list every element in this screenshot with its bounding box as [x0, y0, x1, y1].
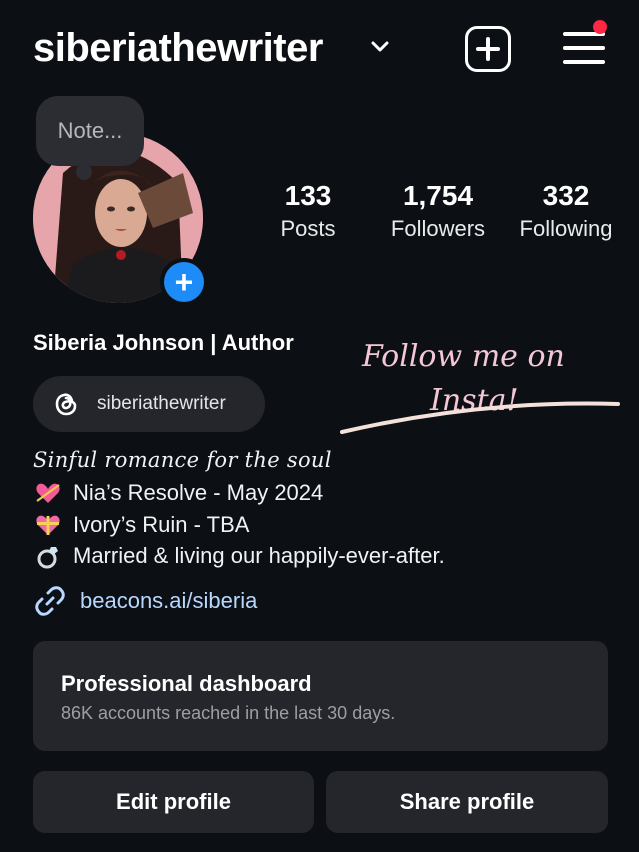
dashboard-title: Professional dashboard: [61, 671, 312, 696]
edit-profile-button[interactable]: Edit profile: [33, 771, 314, 833]
stat-following[interactable]: 332 Following: [510, 180, 622, 242]
script-line-1: Follow me on: [361, 339, 565, 374]
threads-badge[interactable]: siberiathewriter: [33, 376, 265, 432]
cupid-heart-icon: [33, 481, 63, 505]
bio-link[interactable]: beacons.ai/siberia: [33, 584, 257, 618]
link-text: beacons.ai/siberia: [80, 588, 258, 613]
profile-header: siberiathewriter: [33, 20, 609, 78]
notification-dot: [593, 20, 607, 34]
threads-icon: [55, 393, 77, 416]
bio-line: Married & living our happily-ever-after.: [33, 543, 445, 569]
note-bubble[interactable]: Note...: [36, 96, 144, 180]
display-name: Siberia Johnson | Author: [33, 330, 294, 355]
hamburger-menu-icon[interactable]: [563, 30, 605, 66]
stat-label: Following: [519, 216, 613, 241]
stat-value: 1,754: [402, 180, 474, 211]
stat-value: 332: [542, 180, 590, 211]
ring-icon: [33, 543, 63, 569]
stat-label: Posts: [280, 216, 336, 241]
bio-text: Nia’s Resolve - May 2024: [73, 480, 324, 505]
create-post-button[interactable]: [465, 26, 511, 72]
stat-posts[interactable]: 133 Posts: [278, 180, 338, 242]
add-story-button[interactable]: +: [160, 258, 208, 306]
bio-tagline: Sinful romance for the soul: [33, 448, 332, 472]
bio-line: Nia’s Resolve - May 2024: [33, 480, 323, 506]
stat-label: Followers: [390, 216, 486, 241]
bio-text: Married & living our happily-ever-after.: [73, 543, 445, 568]
note-placeholder: Note...: [57, 118, 123, 143]
gift-heart-icon: [33, 513, 63, 537]
username-title[interactable]: siberiathewriter: [33, 26, 323, 71]
stat-value: 133: [284, 180, 332, 211]
bio-line: Ivory’s Ruin - TBA: [33, 512, 249, 538]
dashboard-subtitle: 86K accounts reached in the last 30 days…: [61, 703, 396, 723]
handwritten-overlay: Follow me on Insta!: [340, 339, 620, 434]
stat-followers[interactable]: 1,754 Followers: [378, 180, 498, 242]
threads-handle: siberiathewriter: [97, 393, 226, 414]
share-profile-button[interactable]: Share profile: [326, 771, 608, 833]
plus-icon: +: [164, 262, 204, 302]
chevron-down-icon[interactable]: [369, 36, 391, 58]
professional-dashboard-card[interactable]: Professional dashboard 86K accounts reac…: [33, 641, 608, 751]
bio-text: Ivory’s Ruin - TBA: [73, 512, 250, 537]
link-icon: [35, 586, 65, 616]
